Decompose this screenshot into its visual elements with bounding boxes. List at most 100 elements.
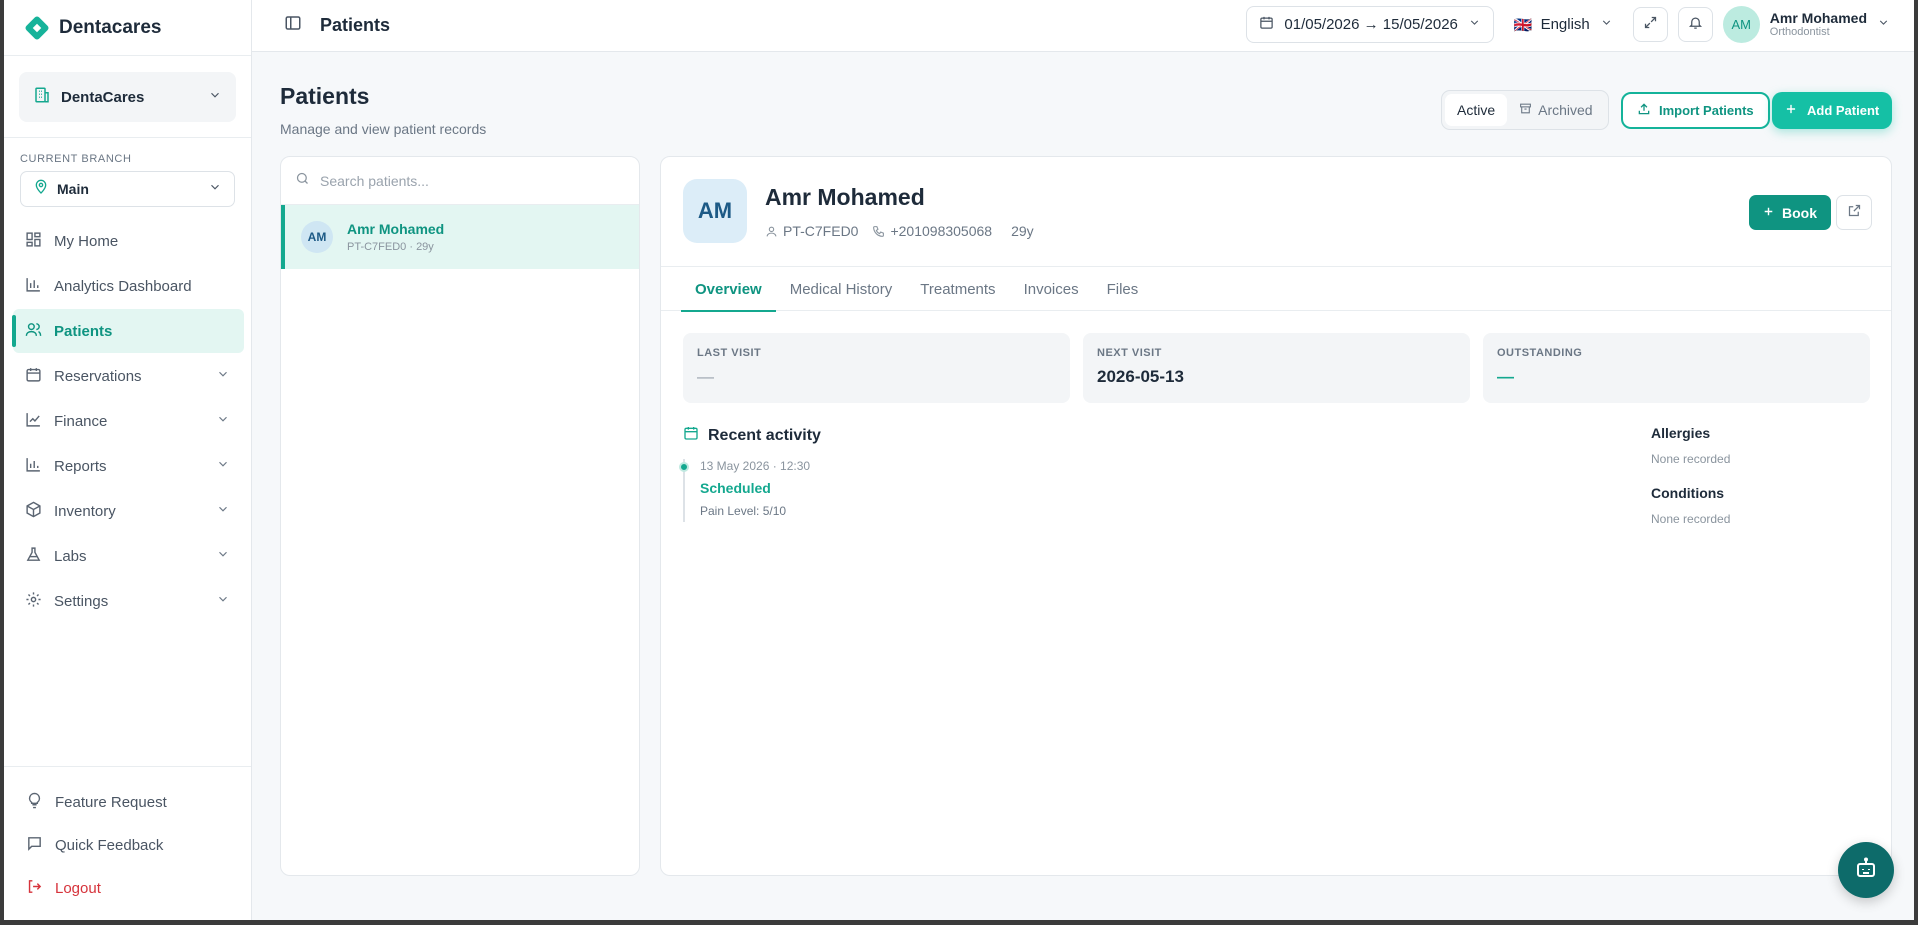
sidebar-item-inventory[interactable]: Inventory (13, 489, 244, 533)
stat-value: — (1497, 367, 1514, 386)
filter-archived-button[interactable]: Archived (1507, 94, 1604, 126)
gear-icon (25, 591, 42, 612)
search-icon (295, 171, 310, 191)
sidebar-item-label: Reports (54, 457, 107, 475)
sidebar-item-reports[interactable]: Reports (13, 444, 244, 488)
stat-last-visit: LAST VISIT — (683, 333, 1070, 403)
avatar: AM (1722, 6, 1760, 43)
bar-chart-icon (25, 276, 42, 297)
quick-feedback-link[interactable]: Quick Feedback (4, 824, 251, 867)
sidebar-footer: Feature Request Quick Feedback Logout (4, 766, 251, 920)
search-input[interactable] (320, 172, 620, 189)
list-item[interactable]: AM Amr Mohamed PT-C7FED0 · 29y (281, 205, 639, 269)
organization-selector[interactable]: DentaCares (19, 72, 236, 122)
chevron-down-icon (216, 592, 230, 610)
patient-id: PT-C7FED0 (765, 223, 858, 239)
uk-flag-icon: 🇬🇧 (1513, 16, 1533, 34)
branch-selector[interactable]: Main (20, 171, 235, 207)
feature-request-link[interactable]: Feature Request (4, 781, 251, 824)
sidebar-item-my-home[interactable]: My Home (13, 219, 244, 263)
sidebar-item-finance[interactable]: Finance (13, 399, 244, 443)
sidebar-item-label: Reservations (54, 367, 142, 385)
chevron-down-icon (208, 88, 222, 107)
expand-icon (1643, 15, 1658, 35)
open-external-button[interactable] (1836, 195, 1872, 230)
book-button[interactable]: Book (1749, 195, 1831, 230)
book-label: Book (1782, 204, 1817, 221)
page-title: Patients (280, 83, 370, 109)
patient-meta: PT-C7FED0 +201098305068 29y (765, 223, 1048, 239)
chevron-down-icon (1600, 16, 1613, 33)
brand-logo-icon (24, 14, 50, 41)
sidebar-item-analytics-dashboard[interactable]: Analytics Dashboard (13, 264, 244, 308)
calendar-icon (25, 366, 42, 387)
user-icon (766, 226, 777, 236)
phone-icon (873, 225, 885, 237)
logout-label: Logout (55, 880, 101, 897)
activity-note: Pain Level: 5/10 (700, 504, 787, 518)
recent-activity-header: Recent activity (683, 425, 821, 446)
sidebar: Dentacares DentaCares CURRENT BRANCH Mai… (4, 0, 252, 920)
organization-name: DentaCares (61, 88, 145, 106)
chevron-down-icon (1468, 16, 1481, 33)
robot-icon (1854, 856, 1878, 885)
date-range-picker[interactable]: 01/05/2026 → 15/05/2026 (1246, 6, 1494, 43)
building-icon (33, 86, 51, 109)
medical-summary: Allergies None recorded Conditions None … (1651, 425, 1730, 545)
sidebar-item-patients[interactable]: Patients (12, 309, 244, 353)
patient-age-value: 29y (1011, 223, 1034, 239)
tab-files[interactable]: Files (1093, 267, 1153, 311)
brand[interactable]: Dentacares (4, 0, 251, 56)
assistant-button[interactable] (1838, 842, 1894, 898)
external-link-icon (1847, 203, 1862, 223)
logout-link[interactable]: Logout (4, 867, 251, 910)
stat-outstanding: OUTSTANDING — (1483, 333, 1870, 403)
visit-stats: LAST VISIT — NEXT VISIT 2026-05-13 OUTST… (683, 333, 1883, 403)
conditions-title: Conditions (1651, 485, 1725, 501)
tab-medical-history[interactable]: Medical History (776, 267, 907, 311)
activity-time: 13 May 2026 · 12:30 (700, 459, 811, 473)
bar-chart-icon (25, 456, 42, 477)
tab-invoices[interactable]: Invoices (1010, 267, 1093, 311)
language-value: English (1540, 16, 1590, 33)
filter-active-button[interactable]: Active (1445, 94, 1508, 126)
patient-phone: +201098305068 (872, 223, 992, 239)
archive-icon (1519, 102, 1532, 118)
activity-item: 13 May 2026 · 12:30 Scheduled Pain Level… (679, 459, 811, 522)
allergies-title: Allergies (1651, 425, 1711, 441)
sidebar-toggle-icon[interactable] (284, 14, 302, 37)
sidebar-item-label: Patients (54, 322, 113, 340)
language-selector[interactable]: 🇬🇧 English (1514, 16, 1613, 34)
add-patient-button[interactable]: Add Patient (1772, 92, 1893, 129)
users-icon (25, 321, 42, 342)
user-menu[interactable]: AM Amr Mohamed Orthodontist (1722, 6, 1890, 43)
fullscreen-button[interactable] (1632, 7, 1668, 42)
tab-treatments[interactable]: Treatments (906, 267, 1009, 311)
tab-overview[interactable]: Overview (681, 267, 776, 312)
stat-value: 2026-05-13 (1097, 367, 1184, 386)
stat-label: NEXT VISIT (1097, 347, 1162, 359)
sidebar-item-labs[interactable]: Labs (13, 534, 244, 578)
import-patients-label: Import Patients (1659, 103, 1754, 118)
topbar-actions: 01/05/2026 → 15/05/2026 🇬🇧 English AM Am… (1246, 6, 1890, 43)
patient-phone-value: +201098305068 (890, 223, 993, 239)
chevron-down-icon (216, 412, 230, 430)
sidebar-item-settings[interactable]: Settings (13, 579, 244, 623)
flask-icon (25, 546, 42, 567)
chevron-down-icon (1877, 16, 1890, 34)
user-role: Orthodontist (1769, 26, 1830, 39)
sidebar-item-label: Settings (54, 592, 109, 610)
import-patients-button[interactable]: Import Patients (1621, 92, 1770, 129)
branch-label: CURRENT BRANCH (20, 153, 132, 165)
map-pin-icon (33, 179, 49, 200)
notifications-button[interactable] (1677, 7, 1713, 42)
line-chart-icon (25, 411, 42, 432)
sidebar-item-label: My Home (54, 232, 119, 250)
page-subtitle: Manage and view patient records (280, 121, 487, 137)
chevron-down-icon (216, 547, 230, 565)
filter-archived-label: Archived (1538, 102, 1593, 118)
sidebar-item-reservations[interactable]: Reservations (13, 354, 244, 398)
sidebar-item-label: Labs (54, 547, 87, 565)
app-window: Dentacares DentaCares CURRENT BRANCH Mai… (4, 0, 1914, 920)
chevron-down-icon (216, 367, 230, 385)
